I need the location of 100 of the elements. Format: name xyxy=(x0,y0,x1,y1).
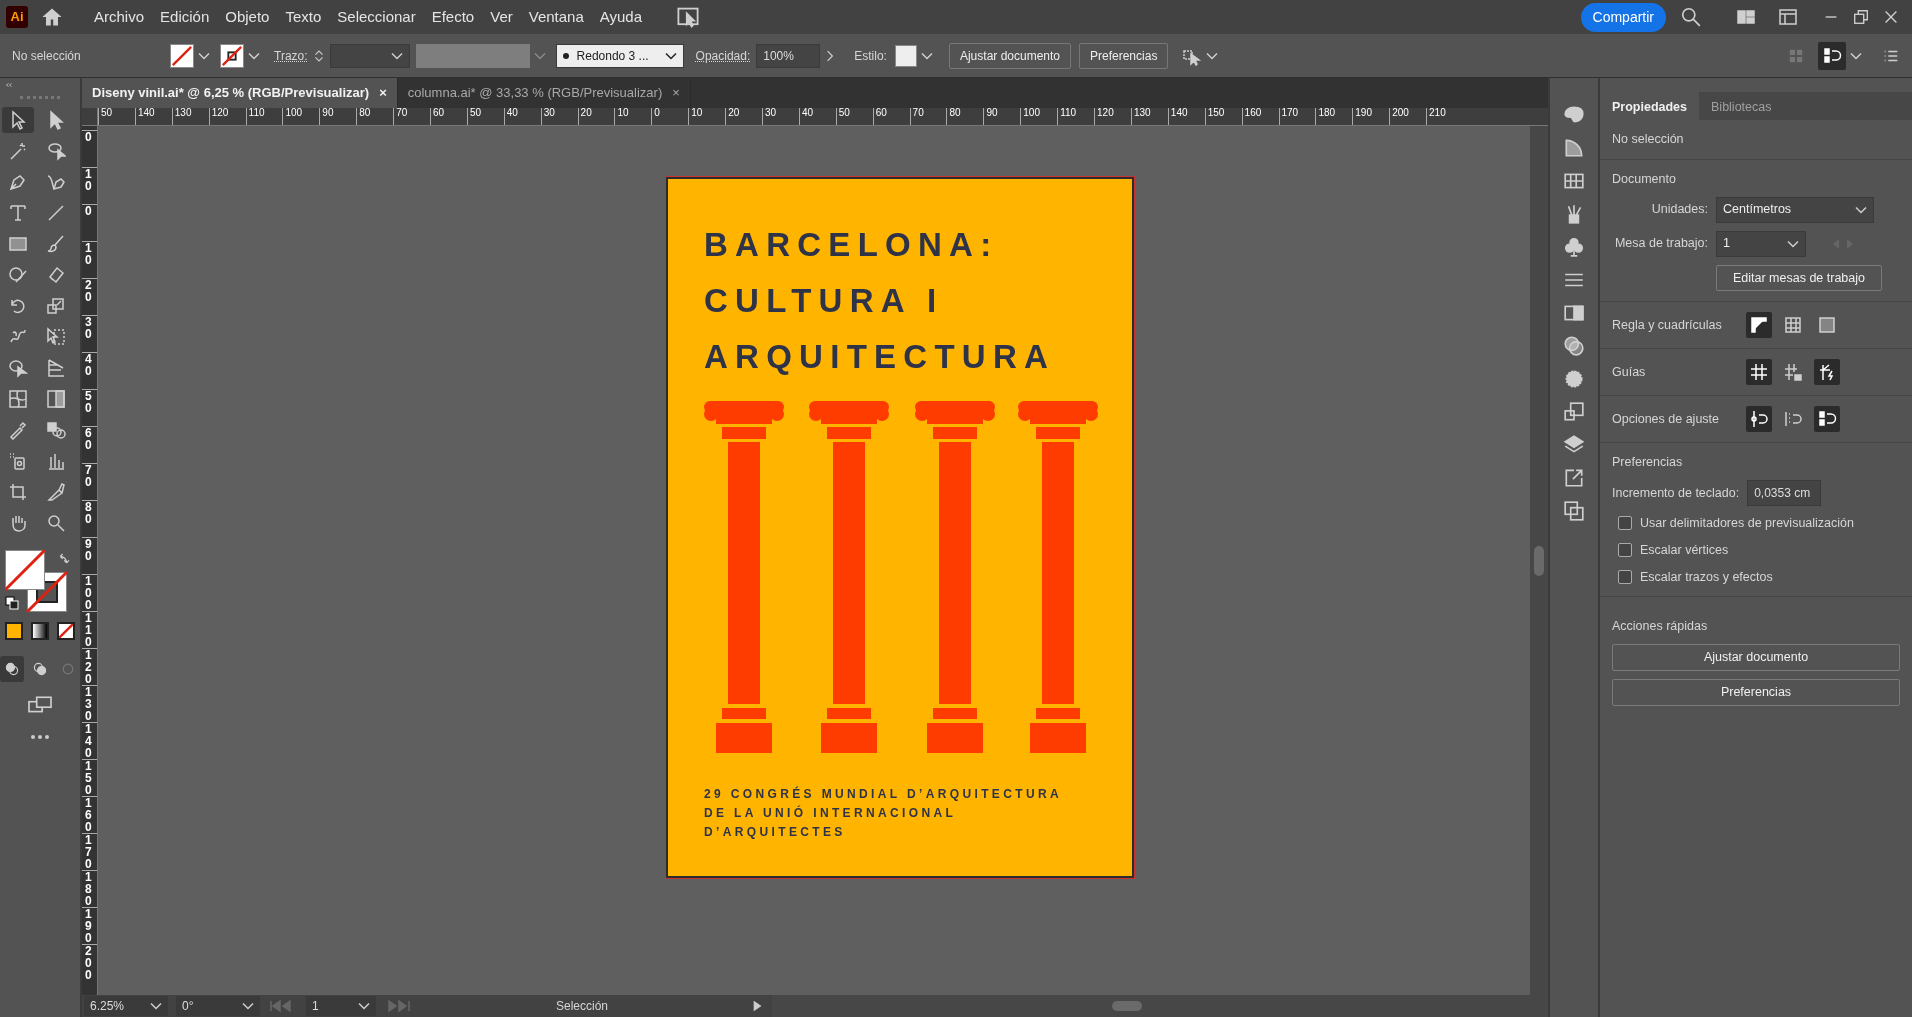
export-icon[interactable] xyxy=(1563,467,1585,489)
screen-pointer-icon[interactable] xyxy=(676,5,701,29)
menu-item[interactable]: Objeto xyxy=(217,5,278,29)
caret-icon[interactable] xyxy=(664,51,677,60)
menu-item[interactable]: Efecto xyxy=(423,5,483,29)
ruler-number: 20 xyxy=(85,279,93,303)
none-mode-swatch[interactable] xyxy=(57,622,75,640)
more-icon[interactable] xyxy=(30,734,50,740)
app-logo[interactable]: Ai xyxy=(6,6,28,28)
menu-item[interactable]: Ver xyxy=(482,5,521,29)
search-icon[interactable] xyxy=(1680,6,1702,28)
ruler-number: 30 xyxy=(85,316,93,340)
snap-point-icon[interactable] xyxy=(1746,406,1772,433)
keyboard-increment-label: Incremento de teclado: xyxy=(1612,484,1740,502)
keyboard-increment-field[interactable]: 0,0353 cm xyxy=(1747,480,1822,506)
snap-glyph-icon[interactable] xyxy=(1814,406,1840,433)
edit-artboards-button[interactable]: Editar mesas de trabajo xyxy=(1716,264,1882,292)
ruler-number: 150 xyxy=(1207,108,1225,118)
stroke-weight-field[interactable] xyxy=(329,43,410,68)
checkbox-label[interactable]: Escalar trazos y efectos xyxy=(1640,567,1773,587)
overlap-squares-icon[interactable] xyxy=(1563,500,1585,522)
tab-close-icon[interactable]: × xyxy=(672,83,680,103)
ruler-number: 90 xyxy=(986,108,998,118)
ruler-number: 120 xyxy=(1097,108,1114,118)
zoom-field[interactable]: 6.25% xyxy=(84,996,168,1016)
panel-tab[interactable]: Bibliotecas xyxy=(1699,92,1784,120)
opacity-label[interactable]: Opacidad: xyxy=(695,46,751,65)
checkbox[interactable] xyxy=(1618,516,1632,531)
collapse-icon[interactable] xyxy=(4,80,14,90)
circles-icon[interactable] xyxy=(1563,335,1585,357)
menu-item[interactable]: Texto xyxy=(277,5,330,29)
control-button[interactable]: Preferencias xyxy=(1079,42,1169,69)
ruler-number: 130 xyxy=(174,108,192,118)
opacity-field[interactable]: 100% xyxy=(756,43,821,68)
quick-action-button[interactable]: Ajustar documento xyxy=(1612,644,1900,671)
squares-icon[interactable] xyxy=(1563,401,1585,423)
ruler-number: 80 xyxy=(359,108,371,118)
workspace-icon[interactable] xyxy=(1736,7,1756,27)
panel-tab[interactable]: Propiedades xyxy=(1600,92,1700,120)
document-tab[interactable]: Diseny vinil.ai* @ 6,25 % (RGB/Previsualizar) × xyxy=(82,78,398,108)
menu-item[interactable]: Archivo xyxy=(86,5,153,29)
panel-grip[interactable] xyxy=(20,96,60,99)
vertical-scrollbar[interactable] xyxy=(1530,126,1548,995)
checkbox[interactable] xyxy=(1618,569,1632,584)
brush-dropdown[interactable]: Redondo 3 ... xyxy=(555,43,684,68)
current-tool-label[interactable]: Selección xyxy=(482,997,682,1015)
artboard-label: Mesa de trabajo: xyxy=(1613,235,1708,253)
panel-layout-icon[interactable] xyxy=(1778,7,1798,27)
ruler-number: 70 xyxy=(85,464,93,488)
section-heading: Documento xyxy=(1612,170,1677,188)
dot-icon xyxy=(562,52,569,59)
tab-close-icon[interactable]: × xyxy=(379,83,387,103)
dashed-circle-icon[interactable] xyxy=(1563,368,1585,390)
ruler-number: 200 xyxy=(85,945,93,981)
menu-item[interactable]: Edición xyxy=(152,5,218,29)
ruler-number: 50 xyxy=(469,108,482,118)
units-dropdown[interactable]: Centímetros xyxy=(1716,196,1874,223)
share-button[interactable]: Compartir xyxy=(1580,2,1666,32)
poster-title: BARCELONA: CULTURA I ARQUITECTURA xyxy=(704,225,1057,377)
smart-guides-icon[interactable] xyxy=(1814,359,1840,386)
ruler-number: 60 xyxy=(875,108,887,118)
fill-stroke-drawing[interactable] xyxy=(5,550,67,612)
selection-status: No selección xyxy=(1612,132,1684,146)
control-button[interactable]: Ajustar documento xyxy=(948,42,1071,69)
fill-none-swatch[interactable] xyxy=(170,43,194,68)
ruler-number: 110 xyxy=(1060,108,1077,118)
stroke-none-swatch[interactable] xyxy=(220,43,244,68)
stroke-label[interactable]: Trazo: xyxy=(274,46,308,65)
checkbox[interactable] xyxy=(1618,543,1632,558)
guides-icon[interactable] xyxy=(1746,359,1772,386)
snap-icon[interactable] xyxy=(1818,41,1846,70)
ruler-icon[interactable] xyxy=(1746,312,1772,339)
ruler-number: 10 xyxy=(85,242,93,266)
menu-item[interactable]: Ayuda xyxy=(591,5,651,29)
ruler-number: 180 xyxy=(1318,108,1336,118)
artboard-dropdown[interactable]: 1 xyxy=(1716,230,1806,257)
ruler-number: 0 xyxy=(85,131,93,143)
ruler-number: 10 xyxy=(617,108,629,118)
horizontal-scrollbar[interactable] xyxy=(772,995,1548,1017)
artboard-number-field[interactable]: 1 xyxy=(306,996,376,1016)
ruler-number: 170 xyxy=(85,834,93,870)
ruler-number: 60 xyxy=(85,427,93,451)
restore-icon[interactable] xyxy=(1852,7,1870,27)
style-label: Estilo: xyxy=(854,47,887,65)
club-icon[interactable] xyxy=(1563,236,1585,258)
default-colors-icon[interactable] xyxy=(5,596,19,610)
menu-item[interactable]: Seleccionar xyxy=(329,5,424,29)
color-mode-swatch[interactable] xyxy=(5,622,23,640)
ruler-number: 130 xyxy=(1133,108,1151,118)
menu-item[interactable]: Ventana xyxy=(520,5,592,29)
style-swatch[interactable] xyxy=(894,44,917,67)
row-label: Regla y cuadrículas xyxy=(1612,316,1722,334)
selection-icon[interactable] xyxy=(2,107,34,133)
draw-normal-icon[interactable] xyxy=(0,656,24,682)
ruler-number: 110 xyxy=(248,108,265,118)
rotation-field[interactable]: 0° xyxy=(176,996,260,1016)
checkbox-label[interactable]: Usar delimitadores de previsualización xyxy=(1640,514,1854,533)
gradient-mode-swatch[interactable] xyxy=(31,622,49,640)
quick-action-button[interactable]: Preferencias xyxy=(1612,678,1900,706)
checkbox-label[interactable]: Escalar vértices xyxy=(1640,540,1729,560)
